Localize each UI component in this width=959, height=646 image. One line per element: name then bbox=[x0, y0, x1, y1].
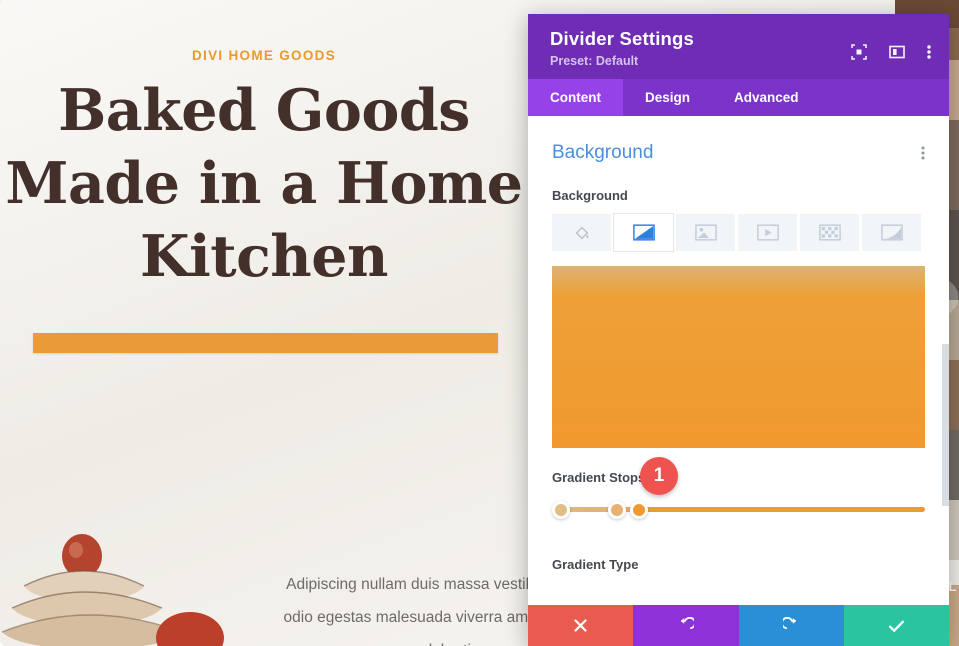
cancel-button[interactable] bbox=[528, 605, 634, 646]
right-photo-label: L bbox=[948, 579, 957, 594]
pattern-icon bbox=[818, 224, 841, 241]
undo-button[interactable] bbox=[633, 605, 739, 646]
video-icon bbox=[756, 224, 779, 241]
gradient-stops-label: Gradient Stops bbox=[552, 470, 646, 485]
gradient-stop-1[interactable] bbox=[552, 501, 570, 519]
gradient-icon bbox=[632, 224, 655, 241]
section-title[interactable]: Background bbox=[552, 142, 653, 164]
mask-icon bbox=[880, 224, 903, 241]
section-more-options-icon[interactable] bbox=[921, 145, 925, 161]
divider-module[interactable] bbox=[33, 333, 498, 353]
redo-icon bbox=[782, 617, 796, 630]
modal-header: Divider Settings Preset: Default bbox=[528, 14, 949, 79]
tab-design[interactable]: Design bbox=[623, 79, 712, 116]
divider-settings-modal: Divider Settings Preset: Default Content… bbox=[528, 14, 949, 646]
modal-scrollbar[interactable] bbox=[942, 344, 949, 506]
pattern-icon-button[interactable] bbox=[800, 214, 859, 251]
background-type-selector bbox=[552, 214, 925, 251]
redo-button[interactable] bbox=[738, 605, 844, 646]
mask-icon-button[interactable] bbox=[862, 214, 921, 251]
gradient-stops-slider[interactable]: 1 bbox=[552, 457, 925, 519]
page-headline: Baked Goods Made in a Home Kitchen bbox=[5, 77, 523, 290]
fullscreen-icon[interactable] bbox=[851, 44, 867, 60]
split-view-icon[interactable] bbox=[889, 44, 905, 60]
check-icon bbox=[888, 619, 905, 632]
gradient-stop-3[interactable] bbox=[630, 501, 648, 519]
cupcake-illustration bbox=[1, 534, 224, 646]
save-button[interactable] bbox=[843, 605, 949, 646]
background-section-header: Background bbox=[552, 142, 925, 164]
modal-header-icon-group bbox=[851, 44, 931, 60]
tab-content[interactable]: Content bbox=[528, 79, 623, 116]
gradient-preview[interactable] bbox=[552, 266, 925, 448]
close-icon bbox=[574, 619, 588, 632]
gradient-icon-button[interactable] bbox=[614, 214, 673, 251]
video-icon-button[interactable] bbox=[738, 214, 797, 251]
modal-footer bbox=[528, 605, 949, 646]
background-field-label: Background bbox=[552, 188, 628, 203]
image-icon bbox=[694, 224, 717, 241]
modal-tab-bar: Content Design Advanced bbox=[528, 79, 949, 116]
color-fill-icon bbox=[575, 226, 588, 239]
gradient-stop-2[interactable] bbox=[608, 501, 626, 519]
modal-body: Background Background Gradient Stops 1 G… bbox=[528, 116, 949, 605]
more-options-icon[interactable] bbox=[927, 44, 931, 60]
color-fill-icon-button[interactable] bbox=[552, 214, 611, 251]
undo-icon bbox=[681, 617, 695, 630]
eyebrow-text: DIVI HOME GOODS bbox=[191, 48, 336, 63]
image-icon-button[interactable] bbox=[676, 214, 735, 251]
tab-advanced[interactable]: Advanced bbox=[712, 79, 821, 116]
gradient-type-label: Gradient Type bbox=[552, 557, 639, 572]
step-badge-1: 1 bbox=[640, 457, 678, 495]
